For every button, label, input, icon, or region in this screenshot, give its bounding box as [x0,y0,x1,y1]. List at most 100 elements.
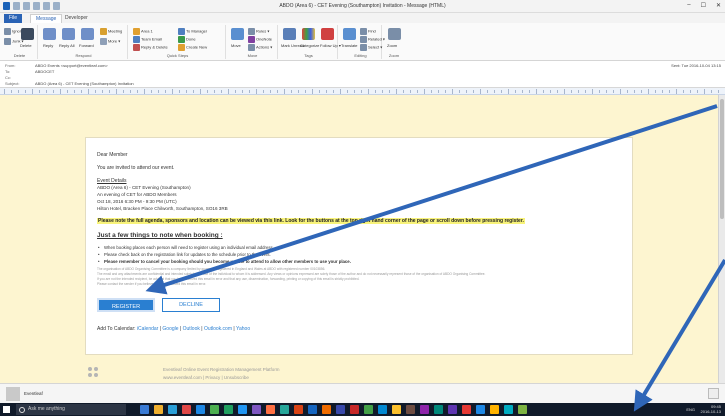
ruler-tick [137,90,138,93]
quick-step-create-new[interactable]: Create New [178,44,207,51]
maximize-button[interactable]: ☐ [701,2,706,9]
ruler-tick [95,90,96,93]
reply-all-button[interactable]: Reply All [59,43,75,48]
ruler-tick [494,90,495,93]
tab-developer[interactable]: Developer [60,14,93,23]
outlook-calendar-link[interactable]: Outlook [183,326,200,332]
taskbar-app-icon[interactable] [350,405,359,414]
quick-step-reply-delete[interactable]: Reply & Delete [133,44,168,51]
taskbar-app-icon[interactable] [406,405,415,414]
related-button[interactable]: Related ▾ [360,36,385,43]
minimize-button[interactable]: – [687,2,690,9]
follow-up-button[interactable]: Follow Up ▾ [320,43,341,48]
reply-button[interactable]: Reply [43,43,53,48]
respond-group-label: Respond [75,53,92,58]
ruler-tick [319,90,320,93]
taskbar-app-icon[interactable] [210,405,219,414]
window-title: ABDO (Area 6) - CET Evening (Southampton… [279,3,446,9]
taskbar-app-icon[interactable] [420,405,429,414]
language-indicator[interactable]: ENG [686,407,695,412]
rules-button[interactable]: Rules ▾ [248,28,269,35]
delete-button[interactable]: Delete [20,43,32,48]
categorize-button[interactable]: Categorize [300,43,319,48]
from-value[interactable]: ABDO Events <support@eventleaf.com> [35,63,108,68]
cortana-search-box[interactable]: Ask me anything [16,404,126,415]
ruler-tick [123,90,124,93]
windows-start-icon[interactable] [3,406,10,413]
google-calendar-link[interactable]: Google [162,326,178,332]
to-value[interactable]: ABDOCET [35,69,54,74]
taskbar-app-icon[interactable] [238,405,247,414]
ruler-tick [270,90,271,93]
taskbar-app-icon[interactable] [308,405,317,414]
onenote-icon [248,36,255,43]
zoom-button[interactable]: Zoom [387,43,397,48]
forward-icon[interactable] [81,28,94,40]
meeting-button[interactable]: Meeting [100,28,122,35]
footer-links[interactable]: www.eventleaf.com | Privacy | Unsubscrib… [163,375,249,380]
delete-x-icon[interactable] [21,28,34,40]
taskbar-app-icon[interactable] [434,405,443,414]
taskbar-app-icon[interactable] [392,405,401,414]
yahoo-calendar-link[interactable]: Yahoo [236,326,250,332]
taskbar-app-icon[interactable] [294,405,303,414]
categorize-icon[interactable] [302,28,315,40]
icalendar-link[interactable]: iCalendar [137,326,158,332]
taskbar-app-icon[interactable] [364,405,373,414]
taskbar-app-icon[interactable] [224,405,233,414]
tab-message[interactable]: Message [30,14,63,23]
ruler-tick [242,90,243,93]
more-button[interactable]: More ▾ [100,38,120,45]
avatar[interactable] [6,387,20,401]
close-button[interactable]: ✕ [716,2,721,9]
subject-value: ABDO (Area 6) - CET Evening (Southampton… [35,81,134,86]
taskbar-app-icon[interactable] [504,405,513,414]
taskbar-app-icon[interactable] [490,405,499,414]
taskbar-app-icon[interactable] [280,405,289,414]
move-button[interactable]: Move [231,43,241,48]
vertical-scrollbar[interactable] [718,95,725,383]
taskbar-app-icon[interactable] [168,405,177,414]
taskbar-app-icon[interactable] [140,405,149,414]
translate-button[interactable]: Translate [341,43,358,48]
scrollbar-thumb[interactable] [720,99,724,219]
quick-step-area1[interactable]: Area 1 [133,28,153,35]
actions-button[interactable]: Actions ▾ [248,44,272,51]
decline-button[interactable]: DECLINE [162,298,220,312]
taskbar-app-icon[interactable] [196,405,205,414]
taskbar-app-icon[interactable] [518,405,527,414]
quick-step-to-manager[interactable]: To Manager [178,28,207,35]
greeting: Dear Member [97,152,128,158]
select-button[interactable]: Select ▾ [360,44,382,51]
reply-icon[interactable] [43,28,56,40]
taskbar-app-icon[interactable] [266,405,275,414]
reply-all-icon[interactable] [62,28,75,40]
clock-date[interactable]: 2016-10-13 [701,409,721,414]
tab-file[interactable]: File [4,14,23,23]
mark-unread-icon[interactable] [283,28,296,40]
people-pane-toggle-button[interactable] [708,388,719,399]
taskbar-app-icon[interactable] [154,405,163,414]
outlook-com-calendar-link[interactable]: Outlook.com [204,326,232,332]
move-icon[interactable] [231,28,244,40]
quick-step-done[interactable]: Done [178,36,196,43]
forward-button[interactable]: Forward [79,43,94,48]
intro-text: You are invited to attend our event. [97,165,175,171]
taskbar-app-icon[interactable] [378,405,387,414]
register-button[interactable]: REGISTER [97,298,155,312]
taskbar-app-icon[interactable] [462,405,471,414]
follow-up-flag-icon[interactable] [321,28,334,40]
find-icon [360,28,367,35]
taskbar-app-icon[interactable] [336,405,345,414]
quick-step-team-email[interactable]: Team Email [133,36,162,43]
zoom-magnifier-icon[interactable] [388,28,401,40]
ruler-tick [466,90,467,93]
taskbar-app-icon[interactable] [476,405,485,414]
find-button[interactable]: Find [360,28,376,35]
translate-icon[interactable] [343,28,356,40]
taskbar-app-icon[interactable] [182,405,191,414]
taskbar-app-icon[interactable] [322,405,331,414]
taskbar-app-icon[interactable] [448,405,457,414]
taskbar-app-icon[interactable] [252,405,261,414]
onenote-button[interactable]: OneNote [248,36,272,43]
